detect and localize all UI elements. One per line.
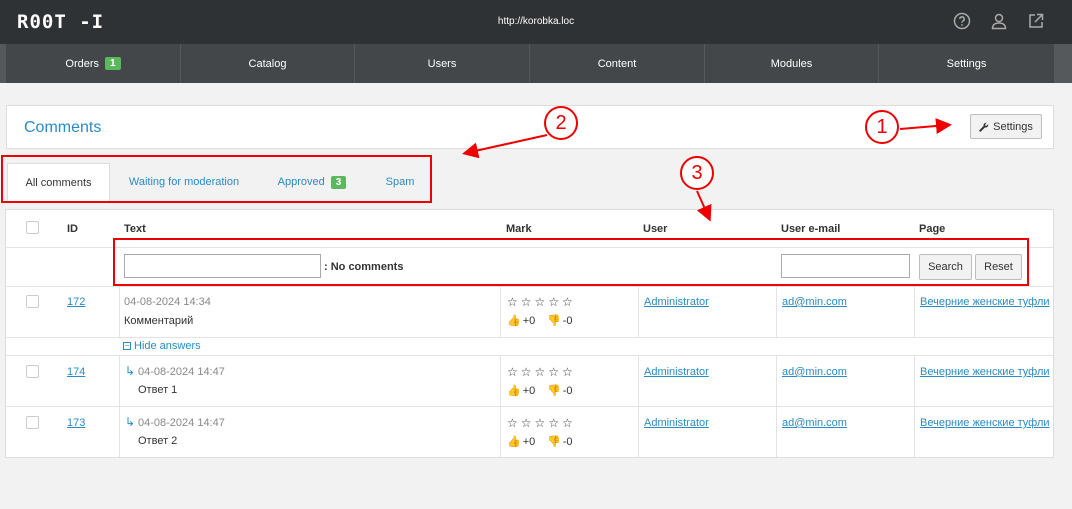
callout-1: 1 — [865, 110, 899, 144]
column-divider — [914, 287, 915, 457]
thumbs-up-icon: 👍 — [507, 436, 521, 448]
row-checkbox[interactable] — [26, 295, 39, 308]
column-user[interactable]: User — [643, 223, 667, 235]
callout-3: 3 — [680, 156, 714, 190]
page-title: Comments — [24, 119, 102, 136]
comment-text: Ответ 2 — [138, 435, 178, 447]
vote-up[interactable]: 👍 +0 — [507, 435, 536, 449]
nav-settings[interactable]: Settings — [879, 44, 1054, 83]
column-page[interactable]: Page — [919, 223, 945, 235]
column-divider — [500, 287, 501, 457]
vote-down[interactable]: 👎 -0 — [547, 435, 573, 449]
user-link[interactable]: Administrator — [644, 417, 709, 429]
email-link[interactable]: ad@min.com — [782, 366, 847, 378]
nav-users[interactable]: Users — [355, 44, 529, 83]
comment-date: 04-08-2024 14:34 — [124, 296, 211, 308]
comment-date: 04-08-2024 14:47 — [138, 366, 225, 378]
orders-count-badge: 1 — [105, 57, 121, 70]
nav-modules-label: Modules — [770, 57, 813, 70]
column-divider — [119, 287, 120, 457]
row-checkbox[interactable] — [26, 416, 39, 429]
nav-catalog-label: Catalog — [248, 57, 287, 70]
thumbs-down-icon: 👎 — [547, 385, 561, 397]
column-email[interactable]: User e-mail — [781, 223, 840, 235]
column-id[interactable]: ID — [67, 223, 78, 235]
thumbs-up-icon: 👍 — [507, 385, 521, 397]
vote-down-count: -0 — [562, 314, 573, 327]
column-mark[interactable]: Mark — [506, 223, 532, 235]
nav-users-label: Users — [427, 57, 457, 70]
main-nav: Orders 1 Catalog Users Content Modules S… — [0, 44, 1072, 83]
comment-id-link[interactable]: 173 — [67, 417, 85, 429]
select-all-checkbox[interactable] — [26, 221, 39, 234]
site-url[interactable]: http://korobka.loc — [0, 16, 1072, 27]
column-divider — [776, 287, 777, 457]
hide-answers-toggle[interactable]: − Hide answers — [123, 340, 201, 352]
settings-button-label: Settings — [993, 120, 1033, 133]
thumbs-up-icon: 👍 — [507, 315, 521, 327]
comment-text: Комментарий — [124, 315, 194, 327]
vote-up-count: +0 — [522, 314, 536, 327]
rating-stars[interactable]: ☆☆☆☆☆ — [507, 365, 576, 379]
thumbs-down-icon: 👎 — [547, 436, 561, 448]
collapse-icon: − — [123, 341, 131, 350]
user-link[interactable]: Administrator — [644, 366, 709, 378]
vote-down[interactable]: 👎 -0 — [547, 314, 573, 328]
vote-up-count: +0 — [522, 435, 536, 448]
email-link[interactable]: ad@min.com — [782, 417, 847, 429]
vote-down[interactable]: 👎 -0 — [547, 384, 573, 398]
vote-up-count: +0 — [522, 384, 536, 397]
callout-2: 2 — [544, 106, 578, 140]
comment-date: 04-08-2024 14:47 — [138, 417, 225, 429]
nav-orders[interactable]: Orders 1 — [6, 44, 180, 83]
column-text[interactable]: Text — [124, 223, 146, 235]
comment-id-link[interactable]: 174 — [67, 366, 85, 378]
settings-button[interactable]: Settings — [970, 114, 1042, 139]
reply-arrow-icon: ↳ — [125, 364, 136, 378]
help-icon[interactable] — [953, 12, 971, 30]
row-checkbox[interactable] — [26, 365, 39, 378]
thumbs-down-icon: 👎 — [547, 315, 561, 327]
email-link[interactable]: ad@min.com — [782, 296, 847, 308]
nav-settings-label: Settings — [946, 57, 987, 70]
nav-content-label: Content — [597, 57, 637, 70]
wrench-icon — [979, 122, 989, 132]
page-link[interactable]: Вечерние женские туфли — [920, 417, 1050, 429]
row-divider — [5, 406, 1054, 407]
rating-stars[interactable]: ☆☆☆☆☆ — [507, 416, 576, 430]
user-icon[interactable] — [990, 12, 1008, 30]
reply-arrow-icon: ↳ — [125, 415, 136, 429]
nav-modules[interactable]: Modules — [705, 44, 878, 83]
external-link-icon[interactable] — [1027, 12, 1045, 30]
top-bar: R00T -I http://korobka.loc — [0, 0, 1072, 44]
user-link[interactable]: Administrator — [644, 296, 709, 308]
filter-highlight-frame — [113, 238, 1029, 286]
comment-text: Ответ 1 — [138, 384, 178, 396]
nav-orders-label: Orders — [65, 57, 100, 70]
nav-content[interactable]: Content — [530, 44, 704, 83]
row-divider — [5, 286, 1054, 287]
vote-up[interactable]: 👍 +0 — [507, 384, 536, 398]
rating-stars[interactable]: ☆☆☆☆☆ — [507, 295, 576, 309]
column-divider — [638, 287, 639, 457]
comment-id-link[interactable]: 172 — [67, 296, 85, 308]
page-link[interactable]: Вечерние женские туфли — [920, 296, 1050, 308]
page-link[interactable]: Вечерние женские туфли — [920, 366, 1050, 378]
vote-down-count: -0 — [562, 384, 573, 397]
hide-answers-label: Hide answers — [134, 340, 201, 352]
vote-down-count: -0 — [562, 435, 573, 448]
vote-up[interactable]: 👍 +0 — [507, 314, 536, 328]
nav-catalog[interactable]: Catalog — [181, 44, 354, 83]
tabs-highlight-frame — [1, 155, 432, 203]
